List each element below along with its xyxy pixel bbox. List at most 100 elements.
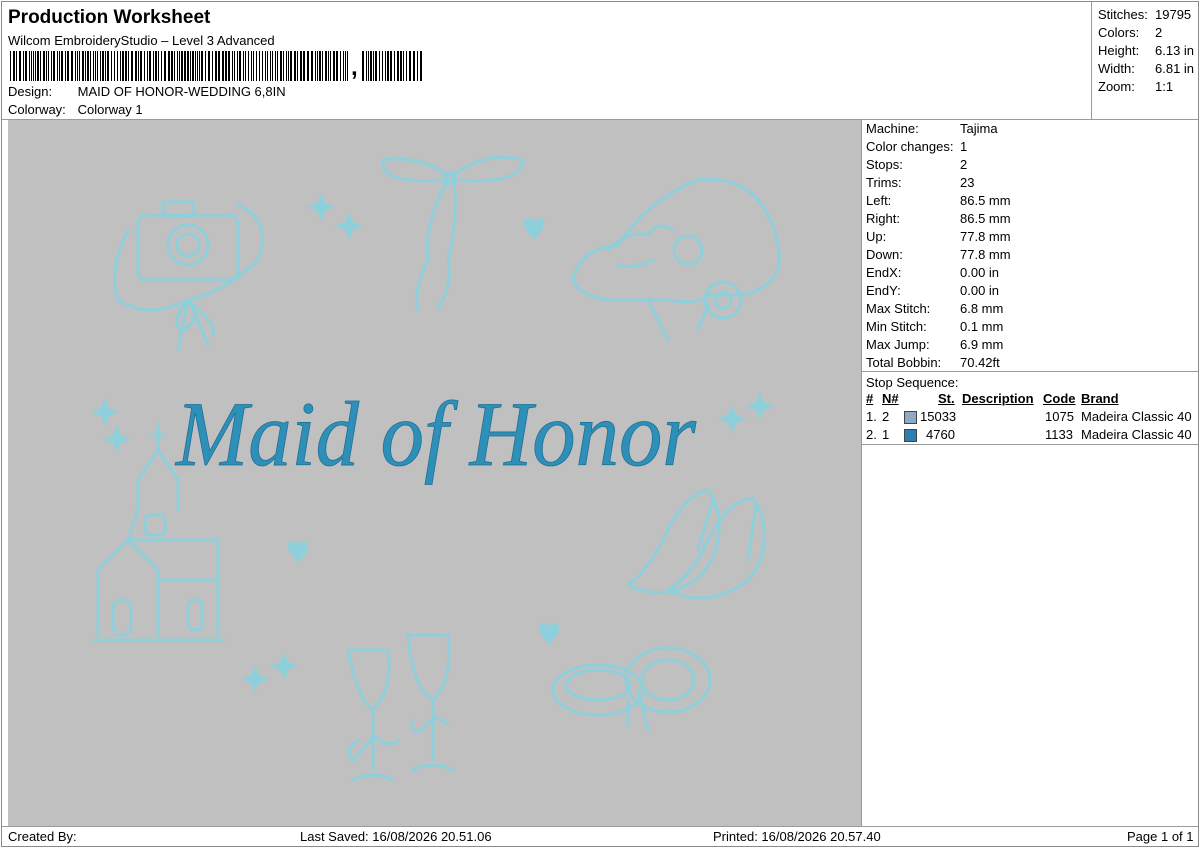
machine-info-label: Min Stitch: <box>866 319 927 334</box>
table-bottom-line <box>862 444 1198 445</box>
stat-row: Colors: 2 <box>1098 25 1162 40</box>
machine-info-value: 6.9 mm <box>960 337 1004 352</box>
machine-info-row: EndY: 0.00 in <box>866 283 999 298</box>
design-row: Design: MAID OF HONOR-WEDDING 6,8IN <box>8 84 286 99</box>
champagne-glasses-icon <box>346 633 455 782</box>
stat-label: Height: <box>1098 43 1140 58</box>
stat-value: 2 <box>1155 25 1163 40</box>
bow-icon <box>381 155 525 312</box>
machine-info-row: Machine: Tajima <box>866 121 998 136</box>
stat-value: 1:1 <box>1155 79 1174 94</box>
machine-info-row: Stops: 2 <box>866 157 967 172</box>
page-title: Production Worksheet <box>8 7 211 28</box>
col-num: # <box>866 391 874 406</box>
design-label: Design: <box>8 84 53 99</box>
machine-info-value: Tajima <box>960 121 998 136</box>
machine-info-value: 0.00 in <box>960 283 1000 298</box>
machine-info-label: Down: <box>866 247 903 262</box>
design-preview-art: Maid of Honor <box>91 155 781 782</box>
stat-label: Zoom: <box>1098 79 1135 94</box>
machine-info-row: Down: 77.8 mm <box>866 247 1011 262</box>
sparkle-icon <box>746 392 774 420</box>
sparkle-icon <box>91 398 119 426</box>
camera-icon <box>113 200 264 352</box>
page-number: Page 1 of 1 <box>1127 829 1194 844</box>
machine-info-label: EndY: <box>866 283 901 298</box>
machine-info-row: Total Bobbin: 70.42ft <box>866 355 1000 370</box>
machine-info-value: 0.1 mm <box>960 319 1004 334</box>
worksheet-header: Production Worksheet Wilcom EmbroiderySt… <box>2 2 1090 119</box>
stat-row: Height: 6.13 in <box>1098 43 1194 58</box>
stat-label: Colors: <box>1098 25 1140 40</box>
row-brand: Madeira Classic 40 <box>1081 427 1192 442</box>
machine-info-label: Machine: <box>866 121 919 136</box>
machine-info-value: 70.42ft <box>960 355 1000 370</box>
machine-info-value: 6.8 mm <box>960 301 1004 316</box>
color-swatch <box>904 429 917 442</box>
heart-icon <box>538 623 560 645</box>
car-icon <box>571 177 781 342</box>
machine-info-value: 2 <box>960 157 968 172</box>
stat-value: 6.13 in <box>1155 43 1195 58</box>
rings-icon <box>551 646 712 732</box>
machine-info-label: Left: <box>866 193 892 208</box>
machine-info-row: Min Stitch: 0.1 mm <box>866 319 1003 334</box>
row-brand: Madeira Classic 40 <box>1081 409 1192 424</box>
heart-icon <box>287 541 309 563</box>
machine-info-label: Max Stitch: <box>866 301 931 316</box>
barcode-comma: , <box>351 54 358 81</box>
stat-label: Stitches: <box>1098 7 1148 22</box>
stat-row: Stitches: 19795 <box>1098 7 1191 22</box>
col-code: Code <box>1043 391 1076 406</box>
machine-info-value: 77.8 mm <box>960 229 1011 244</box>
sparkle-icon <box>718 405 746 433</box>
machine-info-row: Color changes: 1 <box>866 139 967 154</box>
machine-info-row: Max Jump: 6.9 mm <box>866 337 1003 352</box>
machine-info-value: 77.8 mm <box>960 247 1011 262</box>
col-brand: Brand <box>1081 391 1119 406</box>
machine-info-value: 1 <box>960 139 968 154</box>
machine-info-label: EndX: <box>866 265 902 280</box>
design-script-text: Maid of Honor <box>174 383 697 485</box>
design-value: MAID OF HONOR-WEDDING 6,8IN <box>77 84 286 99</box>
row-num: 1. <box>866 409 877 424</box>
machine-info-row: Max Stitch: 6.8 mm <box>866 301 1003 316</box>
worksheet-page: Production Worksheet Wilcom EmbroiderySt… <box>1 1 1199 847</box>
stat-value: 6.81 in <box>1155 61 1195 76</box>
machine-info-label: Total Bobbin: <box>866 355 942 370</box>
shoes-icon <box>626 488 766 600</box>
machine-info-value: 86.5 mm <box>960 193 1011 208</box>
stats-box: Stitches: 19795 Colors: 2 Height: 6.13 in W… <box>1091 2 1199 119</box>
table-row: 2. 1 4760 1133 Madeira Classic 40 <box>862 426 1198 444</box>
last-saved: Last Saved: 16/08/2026 20.51.06 <box>300 829 492 844</box>
stat-label: Width: <box>1098 61 1135 76</box>
row-stitches: 4760 <box>926 427 955 442</box>
machine-info-value: 23 <box>960 175 975 190</box>
machine-info-value: 0.00 in <box>960 265 1000 280</box>
col-description: Description <box>962 391 1034 406</box>
colorway-label: Colorway: <box>8 102 66 117</box>
col-n: N# <box>882 391 899 406</box>
table-header-row: # N# St. Description Code Brand <box>862 390 1198 408</box>
table-row: 1. 2 15033 1075 Madeira Classic 40 <box>862 408 1198 426</box>
machine-info-label: Right: <box>866 211 900 226</box>
worksheet-footer: Created By: Last Saved: 16/08/2026 20.51… <box>2 827 1198 847</box>
created-by: Created By: <box>8 829 77 844</box>
stop-sequence-title: Stop Sequence: <box>866 375 959 390</box>
machine-info-row: Right: 86.5 mm <box>866 211 1011 226</box>
machine-info-panel: Machine: Tajima Color changes: 1 Stops: 2 Trim… <box>862 120 1198 827</box>
colorway-row: Colorway: Colorway 1 <box>8 102 143 117</box>
row-num: 2. <box>866 427 877 442</box>
row-stitches: 15033 <box>920 409 957 424</box>
machine-info-row: EndX: 0.00 in <box>866 265 999 280</box>
row-needle: 2 <box>882 409 890 424</box>
heart-icon <box>523 218 545 240</box>
machine-info-row: Up: 77.8 mm <box>866 229 1011 244</box>
stop-divider <box>862 371 1198 372</box>
stat-row: Width: 6.81 in <box>1098 61 1194 76</box>
machine-info-value: 86.5 mm <box>960 211 1011 226</box>
sparkle-icon <box>335 212 363 240</box>
stop-sequence-table: # N# St. Description Code Brand 1. 2 150… <box>862 390 1198 445</box>
machine-info-label: Color changes: <box>866 139 954 154</box>
col-st: St. <box>938 391 955 406</box>
